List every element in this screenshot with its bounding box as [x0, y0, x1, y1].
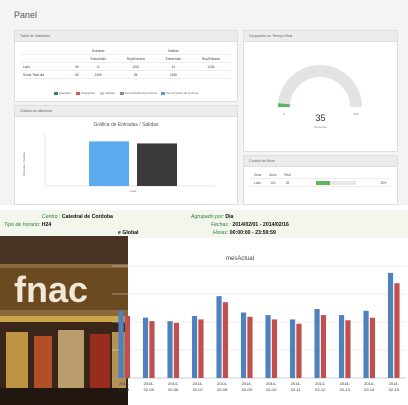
bar-red-2014-02-14[interactable] — [369, 317, 376, 378]
bar-entradas[interactable] — [89, 141, 129, 186]
x-tick-label: 2014- — [291, 381, 302, 386]
x-tick-label: 2014- — [340, 381, 351, 386]
bar-blue-2014-02-08[interactable] — [216, 296, 222, 378]
bar-blue-2014-02-10[interactable] — [265, 315, 271, 378]
x-tick-label: 2014- — [217, 381, 228, 386]
bar-blue-2014-02-09[interactable] — [240, 312, 247, 378]
bar-red-2014-02-07[interactable] — [198, 319, 204, 378]
bar-blue-2014-02-14[interactable] — [363, 310, 369, 378]
capacity-progress-bar — [315, 180, 356, 185]
occupancy-gauge-panel: Ocupación en Tiempo Real 0 100 35 Persona… — [243, 30, 398, 152]
x-tick-label: 2014- — [266, 381, 277, 386]
report-centro: Centro : Catedral de Cordoba — [42, 214, 113, 220]
bar-red-2014-02-08[interactable] — [222, 302, 229, 378]
visitor-table-panel: Tabla de Visitantes Entradas Salidas Ent… — [14, 30, 238, 102]
occupancy-gauge-header: Ocupación en Tiempo Real — [244, 31, 397, 42]
table-row: Zona Aforo Real — [250, 171, 390, 179]
visitor-table: Entradas Salidas Entrar/salir Rep/Entrada… — [21, 47, 231, 79]
bar-blue-2014-02-07[interactable] — [191, 315, 198, 378]
table-row: Entradas Salidas — [21, 47, 231, 55]
daily-bar-chart: mesActual2014-02-042014-02-052014-02-062… — [112, 256, 406, 392]
report-agrupado: Agrupado por: Dia — [191, 214, 234, 220]
bar-blue-2014-02-12[interactable] — [314, 309, 320, 378]
bar-blue-2014-02-15[interactable] — [387, 272, 394, 378]
x-tick-label: 2014- — [193, 381, 204, 386]
bar-red-2014-02-04[interactable] — [124, 315, 131, 378]
x-tick-label: 02-10 — [266, 387, 277, 392]
table-row: Lado 55 11 1201 14 1246 — [21, 62, 231, 71]
bar-red-2014-02-11[interactable] — [296, 323, 302, 378]
table-legend: Entradas Ocupación Salidas Suma Media de… — [15, 91, 237, 95]
bar-red-2014-02-09[interactable] — [247, 316, 253, 378]
y-axis-label: Entradas / Salidas — [22, 151, 26, 176]
flow-chart: Entradas / Salidas Lado — [22, 134, 215, 193]
x-tick-label: 02-12 — [315, 387, 326, 392]
capacity-control-panel: Control de Aforo Zona Aforo Real Lado 100 … — [243, 155, 398, 205]
x-tick-label: 02-04 — [119, 387, 130, 392]
dashboard: Panel Tabla de Visitantes Entradas Salid… — [0, 0, 408, 205]
legend-item[interactable]: Salidas — [99, 91, 115, 95]
bar-blue-2014-02-06[interactable] — [167, 321, 173, 378]
bar-red-2014-02-13[interactable] — [345, 320, 351, 378]
bar-red-2014-02-10[interactable] — [271, 319, 278, 378]
x-tick-label: 2014- — [389, 381, 400, 386]
x-tick-label: 2014- — [364, 381, 375, 386]
report-fechas: Fechas : 2014/02/01 - 2014/02/16 — [211, 222, 289, 228]
table-row: Entrar/salir Rep/Entrada Entrar/salir Rep/… — [21, 54, 231, 63]
table-row: Suma Total dia 65 1490 86 1368 — [21, 70, 231, 79]
table-row: Lado 100 35 35% — [250, 178, 390, 187]
x-tick-label: 02-15 — [389, 387, 400, 392]
x-tick-label: 02-07 — [193, 387, 204, 392]
legend-item[interactable]: Entradas — [53, 91, 71, 95]
x-tick-label: 2014- — [144, 381, 155, 386]
x-tick-label: 02-14 — [364, 387, 375, 392]
bar-blue-2014-02-04[interactable] — [118, 310, 124, 378]
legend-item[interactable]: Suma Sabrá de la Zona — [161, 91, 198, 95]
report-info: Centro : Catedral de Cordoba Tipo de hor… — [0, 210, 408, 238]
bar-red-2014-02-05[interactable] — [149, 321, 155, 378]
visitor-table-header: Tabla de Visitantes — [15, 31, 237, 42]
bar-blue-2014-02-11[interactable] — [289, 319, 296, 378]
chart-title: mesActual — [226, 256, 254, 262]
capacity-control-header: Control de Aforo — [244, 156, 397, 167]
x-tick-label: 02-08 — [217, 387, 228, 392]
legend-item[interactable]: Ocupación — [75, 91, 95, 95]
x-tick-label: 2014- — [315, 381, 326, 386]
report-horas: Horas: 00:00:00 - 23:59:59 — [213, 230, 276, 236]
x-tick-label: 2014- — [168, 381, 179, 386]
x-tick-label: 02-11 — [291, 387, 302, 392]
x-tick-label: 02-05 — [144, 387, 155, 392]
x-tick-label: 2014- — [242, 381, 253, 386]
bar-blue-2014-02-05[interactable] — [142, 317, 149, 378]
legend-item[interactable]: Suma Media de la Zona — [119, 91, 157, 95]
bar-red-2014-02-12[interactable] — [320, 315, 327, 378]
store-sign: fnac — [14, 269, 88, 310]
gauge-unit: Personas — [314, 125, 327, 129]
x-tick-label: 02-06 — [168, 387, 179, 392]
bar-red-2014-02-15[interactable] — [394, 283, 400, 378]
flow-chart-header: Gráfica de afluencia — [15, 106, 237, 117]
x-tick-label: 2014- — [119, 381, 130, 386]
report-tipo: Tipo de horario: H24 — [4, 222, 52, 228]
flow-chart-panel: Gráfica de afluencia Gráfica de Entradas… — [14, 105, 238, 205]
bar-blue-2014-02-13[interactable] — [338, 315, 345, 378]
bar-red-2014-02-06[interactable] — [173, 322, 180, 378]
capacity-table: Zona Aforo Real Lado 100 35 35% — [250, 171, 390, 187]
gauge-value: 35 — [315, 113, 326, 123]
occupancy-gauge: 0 100 — [278, 65, 362, 116]
x-tick-label: 02-13 — [340, 387, 351, 392]
gauge-track — [278, 65, 362, 107]
bar-salidas[interactable] — [137, 143, 177, 186]
x-tick-label: 02-09 — [242, 387, 253, 392]
x-axis-label: Lado — [130, 189, 137, 193]
page-title: Panel — [14, 10, 38, 20]
